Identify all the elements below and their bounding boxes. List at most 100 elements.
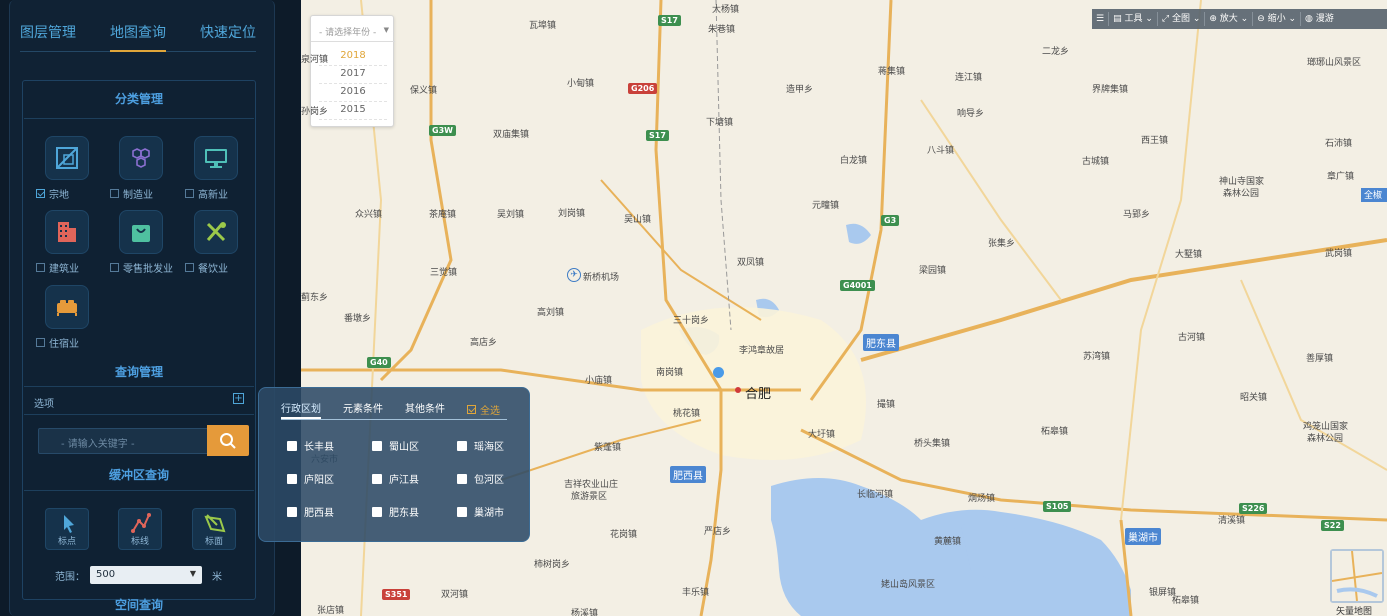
district-option[interactable]: 肥东县 [372, 504, 419, 519]
district-checkbox[interactable] [457, 473, 467, 484]
category-lodging-label[interactable]: 住宿业 [36, 335, 79, 350]
search-input[interactable]: - 请输入关键字 - [38, 428, 208, 454]
category-manufacturing-checkbox[interactable] [110, 189, 119, 198]
tab-map-query[interactable]: 地图查询 [110, 16, 166, 52]
divider [24, 414, 254, 415]
district-option[interactable]: 庐江县 [372, 471, 419, 486]
category-lodging-checkbox[interactable] [36, 338, 45, 347]
district-label: 庐江县 [389, 475, 419, 486]
category-retail-checkbox[interactable] [110, 263, 119, 272]
category-catering-checkbox[interactable] [185, 263, 194, 272]
year-dropdown[interactable]: - 请选择年份 - ▼ [311, 20, 395, 42]
place-label: 黄麓镇 [934, 537, 962, 547]
year-option[interactable]: 2017 [319, 68, 387, 84]
vector-map-thumbnail[interactable] [1330, 549, 1384, 603]
zoom-in-button[interactable]: ⊕ 放大 ⌄ [1205, 12, 1254, 26]
building-icon [45, 210, 89, 254]
place-label: 撮镇 [877, 400, 896, 410]
place-label: 姥山岛风景区 [881, 580, 936, 590]
place-label: 旅游景区 [571, 492, 608, 502]
district-checkbox[interactable] [287, 473, 297, 484]
category-construction-label[interactable]: 建筑业 [36, 260, 79, 275]
category-catering[interactable]: 餐饮业 [185, 210, 274, 282]
district-option[interactable]: 巢湖市 [457, 504, 504, 519]
category-construction-checkbox[interactable] [36, 263, 45, 272]
district-option[interactable]: 长丰县 [287, 438, 334, 453]
year-placeholder: - 请选择年份 - [319, 28, 377, 38]
category-hightech[interactable]: 高新业 [185, 136, 274, 208]
district-option[interactable]: 肥西县 [287, 504, 334, 519]
district-option[interactable]: 瑶海区 [457, 438, 504, 453]
place-label: 柿树岗乡 [534, 560, 571, 570]
mark-point-button[interactable]: 标点 [45, 508, 89, 550]
location-marker[interactable] [713, 367, 724, 378]
year-option[interactable]: 2015 [319, 104, 387, 120]
category-land-checkbox[interactable] [36, 189, 45, 198]
options-row: 选项 + [34, 393, 248, 410]
place-label: 清溪镇 [1218, 516, 1246, 526]
place-label: 张店镇 [317, 606, 345, 616]
chevron-down-icon: ▼ [189, 569, 196, 578]
category-hightech-label[interactable]: 高新业 [185, 186, 228, 201]
place-label: 三觉镇 [430, 268, 458, 278]
place-label: 柘皋镇 [1041, 427, 1069, 437]
tools-button[interactable]: ▤ 工具 ⌄ [1109, 12, 1158, 26]
category-lodging[interactable]: 住宿业 [36, 285, 125, 357]
district-checkbox[interactable] [372, 506, 382, 517]
category-catering-label[interactable]: 餐饮业 [185, 260, 228, 275]
place-label: 泉河镇 [301, 55, 329, 65]
mark-area-button[interactable]: 标面 [192, 508, 236, 550]
place-label: 桃花镇 [673, 409, 701, 419]
zoom-out-button[interactable]: ⊖ 缩小 ⌄ [1253, 12, 1302, 26]
district-filter-popup: 行政区划 元素条件 其他条件 全选 长丰县 蜀山区 瑶海区 庐阳区 庐江县 包河… [258, 387, 530, 542]
place-label: 蒋集镇 [878, 67, 906, 77]
road-badge: S226 [1239, 503, 1268, 514]
airport-icon: ✈ [567, 268, 581, 282]
range-select[interactable]: 500 ▼ [90, 566, 202, 584]
bed-icon [45, 285, 89, 329]
district-checkbox[interactable] [287, 440, 297, 451]
category-label-text: 住宿业 [49, 339, 79, 350]
district-checkbox[interactable] [372, 440, 382, 451]
place-label: 刘岗镇 [558, 209, 586, 219]
tab-administrative-division[interactable]: 行政区划 [281, 398, 321, 419]
category-land-label[interactable]: 宗地 [36, 186, 69, 201]
options-label: 选项 [34, 399, 54, 410]
select-all-checkbox[interactable]: 全选 [467, 398, 500, 419]
category-retail-label[interactable]: 零售批发业 [110, 260, 173, 275]
district-option[interactable]: 庐阳区 [287, 471, 334, 486]
pan-button[interactable]: ◍ 漫游 [1301, 12, 1338, 26]
place-label: 森林公园 [1307, 434, 1344, 444]
tab-element-conditions[interactable]: 元素条件 [343, 398, 383, 419]
add-option-icon[interactable]: + [233, 393, 244, 404]
place-label: 大杨镇 [712, 5, 740, 15]
tab-other-conditions[interactable]: 其他条件 [405, 398, 445, 419]
category-manufacturing-label[interactable]: 制造业 [110, 186, 153, 201]
select-all-label: 全选 [480, 406, 500, 417]
check-icon [467, 405, 476, 414]
map-toolbar: ☰ ▤ 工具 ⌄ ⤢ 全图 ⌄ ⊕ 放大 ⌄ ⊖ 缩小 ⌄ ◍ 漫游 [1092, 9, 1387, 29]
year-option[interactable]: 2016 [319, 86, 387, 102]
place-label: 紫蓬镇 [594, 443, 622, 453]
tab-layer-management[interactable]: 图层管理 [20, 16, 76, 52]
place-label: 杨溪镇 [571, 609, 599, 616]
layer-list-icon[interactable]: ☰ [1092, 12, 1110, 26]
place-label: 界牌集镇 [1092, 85, 1129, 95]
full-extent-button[interactable]: ⤢ 全图 ⌄ [1158, 12, 1206, 26]
tab-quick-locate[interactable]: 快速定位 [200, 16, 256, 52]
search-button[interactable] [207, 425, 249, 456]
year-option[interactable]: 2018 [319, 50, 387, 66]
district-checkbox[interactable] [287, 506, 297, 517]
place-label: 连江镇 [955, 73, 983, 83]
category-label-text: 高新业 [198, 190, 228, 201]
place-label: 梁园镇 [919, 266, 947, 276]
district-checkbox[interactable] [457, 506, 467, 517]
district-checkbox[interactable] [457, 440, 467, 451]
district-option[interactable]: 蜀山区 [372, 438, 419, 453]
category-hightech-checkbox[interactable] [185, 189, 194, 198]
category-label-text: 宗地 [49, 190, 69, 201]
district-option[interactable]: 包河区 [457, 471, 504, 486]
district-label: 庐阳区 [304, 475, 334, 486]
mark-line-button[interactable]: 标线 [118, 508, 162, 550]
district-checkbox[interactable] [372, 473, 382, 484]
